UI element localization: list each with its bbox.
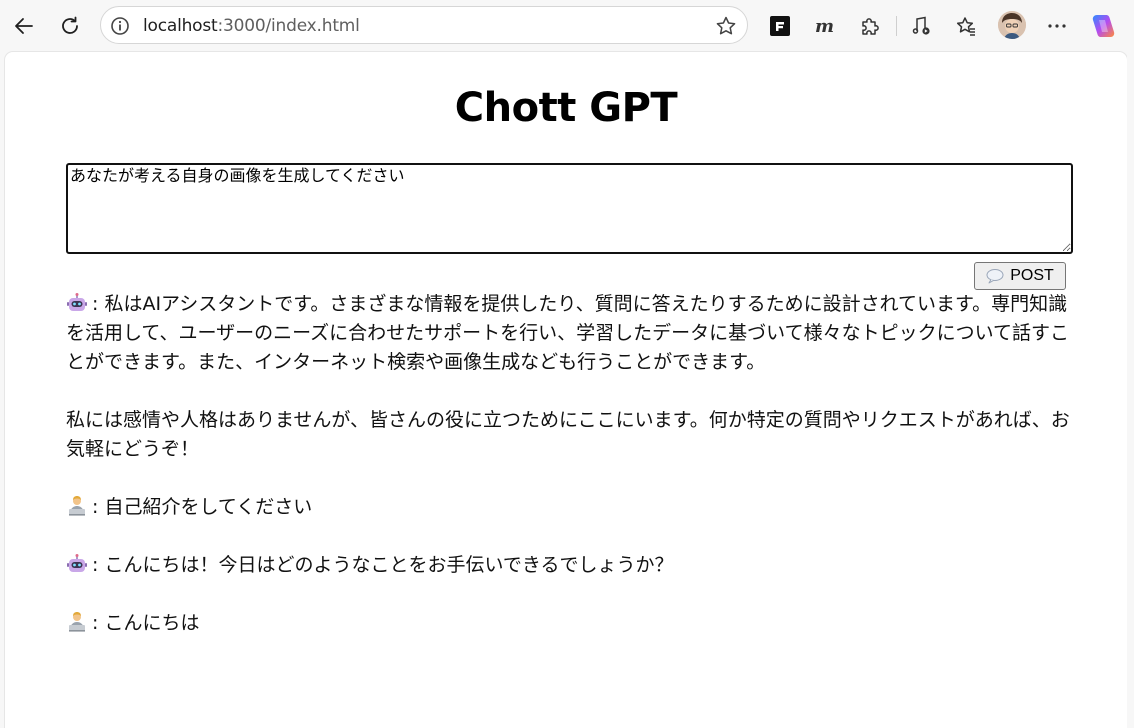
- url-host: localhost: [143, 16, 218, 36]
- message-text-content: : 自己紹介をしてください: [92, 496, 313, 518]
- copilot-icon[interactable]: [1088, 12, 1118, 40]
- page-viewport: Chott GPT POST : 私はAIアシスタントです。さまざまな情報を提供…: [5, 52, 1127, 728]
- post-button[interactable]: POST: [974, 262, 1066, 290]
- robot-icon: [66, 292, 88, 314]
- message-text: : こんにちは！今日はどのようなことをお手伝いできるでしょうか？: [66, 551, 1071, 580]
- reload-button[interactable]: [52, 8, 88, 44]
- site-info-icon[interactable]: [109, 15, 131, 37]
- extension-f-icon: [770, 16, 790, 36]
- extensions-puzzle-icon: [862, 18, 879, 35]
- robot-icon: [66, 553, 88, 575]
- prompt-input[interactable]: [66, 163, 1073, 254]
- post-button-label: POST: [1010, 267, 1054, 284]
- back-button[interactable]: [6, 8, 42, 44]
- message-text-content: 私には感情や人格はありませんが、皆さんの役に立つためにここにいます。何か特定の質…: [66, 409, 1070, 460]
- extension-m-button[interactable]: m: [807, 8, 843, 44]
- person-at-laptop-icon: [66, 611, 88, 633]
- message-list: : 私はAIアシスタントです。さまざまな情報を提供したり、質問に答えたりするため…: [66, 290, 1071, 667]
- message-text-content: : こんにちは！今日はどのようなことをお手伝いできるでしょうか？: [92, 554, 674, 576]
- media-control-button[interactable]: [903, 8, 939, 44]
- person-at-laptop-icon: [66, 495, 88, 517]
- extension-m-icon: m: [815, 16, 834, 37]
- url-path: :3000/index.html: [217, 16, 360, 36]
- speech-bubble-icon: [986, 269, 1004, 284]
- message-text: : 自己紹介をしてください: [66, 493, 1071, 522]
- message-text: : 私はAIアシスタントです。さまざまな情報を提供したり、質問に答えたりするため…: [66, 290, 1071, 377]
- address-bar[interactable]: localhost:3000/index.html: [100, 6, 748, 44]
- page-title: Chott GPT: [454, 85, 678, 131]
- message-text-content: : 私はAIアシスタントです。さまざまな情報を提供したり、質問に答えたりするため…: [66, 293, 1070, 373]
- svg-text:m: m: [815, 16, 834, 37]
- assistant-message: : こんにちは！今日はどのようなことをお手伝いできるでしょうか？: [66, 551, 1071, 580]
- message-text-content: : こんにちは: [92, 612, 200, 634]
- favorites-icon: [956, 17, 975, 36]
- reload-icon: [62, 16, 78, 34]
- message-text: 私には感情や人格はありませんが、皆さんの役に立つためにここにいます。何か特定の質…: [66, 406, 1071, 464]
- user-message: : こんにちは: [66, 609, 1071, 638]
- more-menu-icon: [1048, 24, 1066, 28]
- message-text: : こんにちは: [66, 609, 1071, 638]
- favorite-star-icon[interactable]: [715, 15, 737, 37]
- assistant-message: : 私はAIアシスタントです。さまざまな情報を提供したり、質問に答えたりするため…: [66, 290, 1071, 464]
- window-edge: [1127, 52, 1134, 728]
- more-menu-button[interactable]: [1039, 8, 1075, 44]
- media-control-icon: [912, 16, 930, 35]
- favorites-button[interactable]: [948, 8, 984, 44]
- address-url[interactable]: localhost:3000/index.html: [143, 15, 360, 37]
- profile-avatar[interactable]: [998, 11, 1026, 39]
- browser-toolbar: localhost:3000/index.html m: [0, 0, 1134, 52]
- user-message: : 自己紹介をしてください: [66, 493, 1071, 522]
- extension-f-button[interactable]: [762, 8, 798, 44]
- extensions-button[interactable]: [852, 8, 888, 44]
- back-icon: [15, 18, 33, 34]
- toolbar-divider: [896, 16, 897, 36]
